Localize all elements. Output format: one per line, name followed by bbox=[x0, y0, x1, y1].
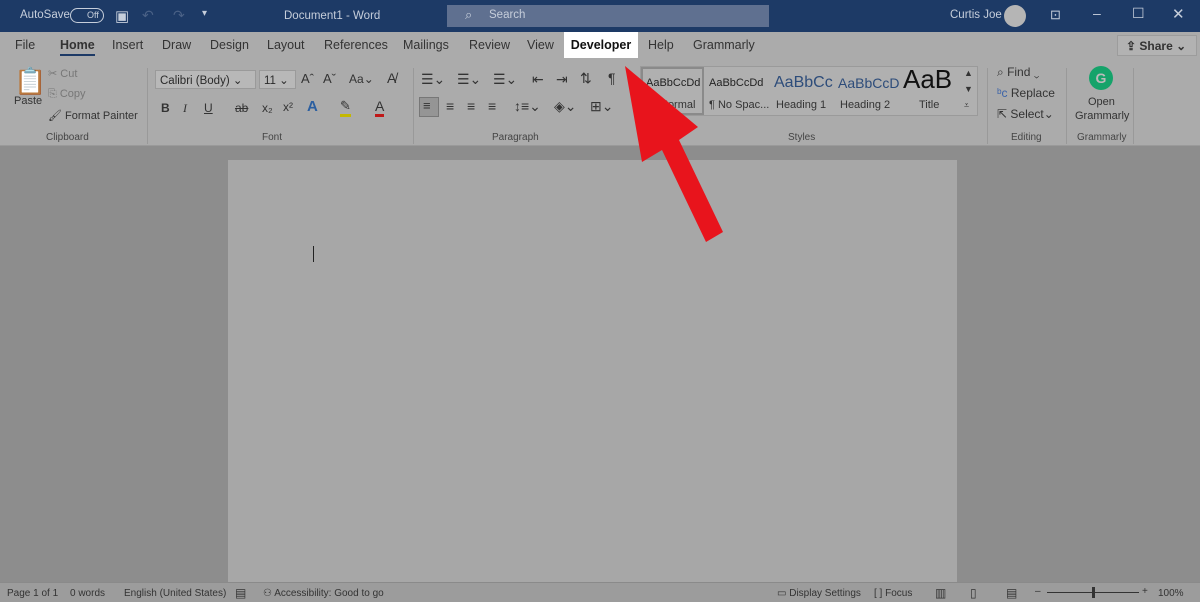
red-arrow-annotation bbox=[625, 66, 723, 242]
arrow-shape bbox=[625, 66, 723, 242]
